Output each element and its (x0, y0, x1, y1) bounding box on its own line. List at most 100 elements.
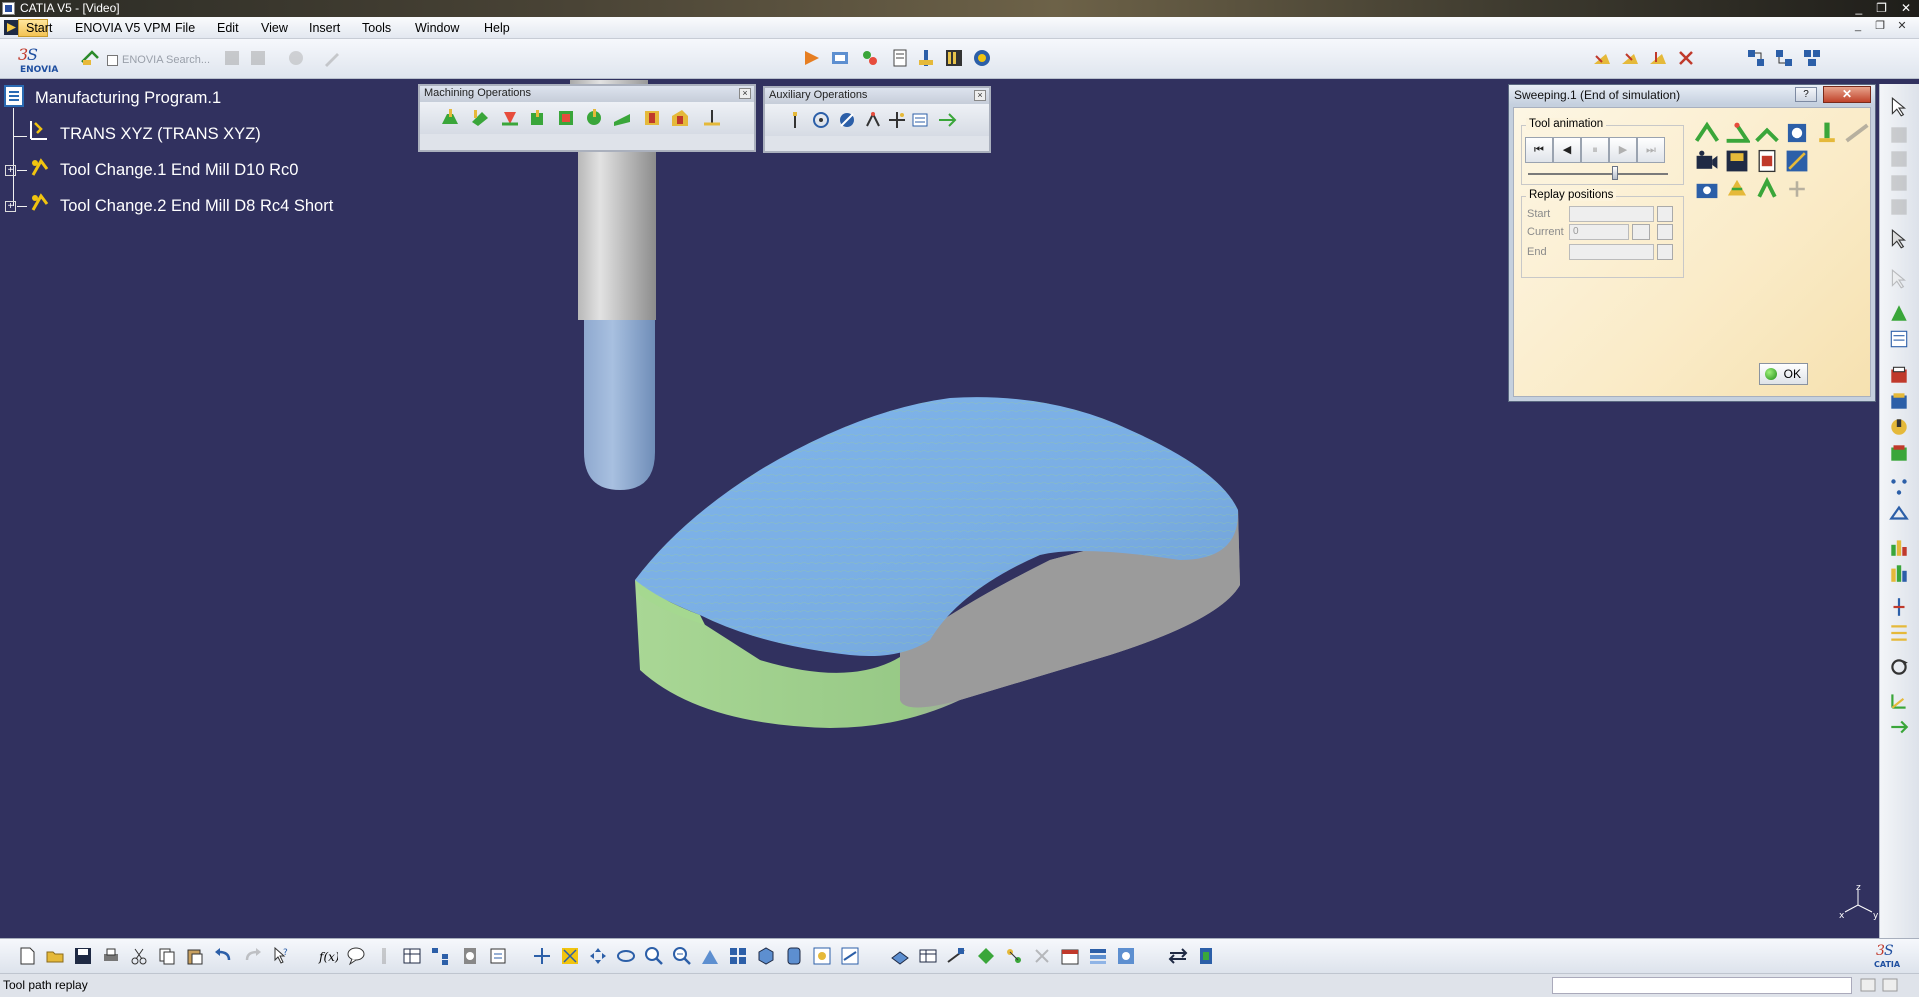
display-mode-6-icon[interactable] (1844, 120, 1870, 146)
menu-file[interactable]: File (175, 21, 195, 35)
tree-node-tool-change-2[interactable]: Tool Change.2 End Mill D8 Rc4 Short (60, 197, 333, 216)
animation-slider-thumb[interactable] (1611, 166, 1618, 180)
play-button[interactable]: ▶ (1609, 137, 1637, 163)
start-pick-button[interactable] (1657, 206, 1673, 222)
sketch-icon-4[interactable] (1888, 196, 1910, 218)
calendar-icon[interactable] (1060, 946, 1080, 966)
enovia-save-icon[interactable] (248, 48, 268, 68)
pan-icon[interactable] (588, 946, 608, 966)
display-mode-3-icon[interactable] (1754, 120, 1780, 146)
rewind-button[interactable]: ⏮ (1525, 137, 1553, 163)
list-icon[interactable] (1888, 328, 1910, 350)
doc-close-button[interactable]: ✕ (1895, 19, 1909, 33)
geometry-icon[interactable] (1888, 302, 1910, 324)
stock-icon[interactable] (1888, 364, 1910, 386)
part-operation-icon[interactable] (830, 48, 850, 68)
pp-instruction-icon[interactable] (911, 110, 931, 130)
enovia-logo-icon[interactable]: 3 S ENOVIA (16, 44, 68, 74)
profile-contouring-icon[interactable] (670, 108, 690, 128)
enovia-search-checkbox[interactable] (107, 55, 118, 66)
iso-view-icon[interactable] (756, 946, 776, 966)
menu-insert[interactable]: Insert (309, 21, 340, 35)
delete-icon[interactable] (1032, 946, 1052, 966)
copy-icon[interactable] (157, 946, 177, 966)
tool-change-2-icon[interactable] (27, 190, 53, 216)
pause-button[interactable]: ⏸ (1581, 137, 1609, 163)
doc-minimize-button[interactable]: _ (1851, 19, 1865, 33)
tool-change-1-icon[interactable] (27, 155, 53, 181)
program-icon[interactable] (3, 84, 27, 108)
menu-help[interactable]: Help (484, 21, 510, 35)
print-icon[interactable] (101, 946, 121, 966)
current-spinner[interactable] (1632, 224, 1650, 240)
animation-slider-track[interactable] (1528, 173, 1668, 175)
auxiliary-toolbar-close-button[interactable]: × (974, 90, 986, 101)
generate-nc-icon[interactable] (1620, 48, 1640, 68)
cut-icon[interactable] (129, 946, 149, 966)
save-video-icon[interactable] (1724, 148, 1750, 174)
table-icon[interactable] (402, 946, 422, 966)
cursor-tool-icon[interactable] (1888, 96, 1910, 118)
measure-icon[interactable] (488, 946, 508, 966)
axis-operation-icon[interactable] (702, 108, 722, 128)
tool-change-op-icon[interactable] (785, 110, 805, 130)
fly-mode-icon[interactable] (532, 946, 552, 966)
machining-toolbar-close-button[interactable]: × (739, 88, 751, 99)
catia-logo-icon[interactable]: 3 S CATIA (1870, 939, 1914, 973)
fit-all-icon[interactable] (560, 946, 580, 966)
render-icon[interactable] (1116, 946, 1136, 966)
end-field[interactable] (1569, 244, 1654, 260)
fast-forward-button[interactable]: ⏭ (1637, 137, 1665, 163)
snap-icon[interactable] (1004, 946, 1024, 966)
paste-icon[interactable] (185, 946, 205, 966)
offset-icon[interactable] (1888, 622, 1910, 644)
open-folder-icon[interactable] (45, 946, 65, 966)
disabled-option-icon[interactable] (1784, 176, 1810, 202)
tree-node-tool-change-1[interactable]: Tool Change.1 End Mill D10 Rc0 (60, 161, 298, 180)
menu-edit[interactable]: Edit (217, 21, 239, 35)
swap-space-icon[interactable] (840, 946, 860, 966)
isoparametric-icon[interactable] (612, 108, 632, 128)
contour-driven-icon[interactable] (528, 108, 548, 128)
zoom-in-icon[interactable] (644, 946, 664, 966)
feature-icon-c[interactable] (1802, 48, 1822, 68)
status-icon-a[interactable] (1860, 978, 1876, 992)
end-pick-button[interactable] (1657, 244, 1673, 260)
law-icon[interactable] (374, 946, 394, 966)
step-back-button[interactable]: ◀ (1553, 137, 1581, 163)
zoom-out-icon[interactable] (672, 946, 692, 966)
comment-icon[interactable] (346, 946, 366, 966)
spiral-milling-icon[interactable] (584, 108, 604, 128)
ok-button[interactable]: OK (1759, 363, 1808, 385)
document-icon[interactable] (890, 48, 910, 68)
restore-button[interactable]: ❐ (1876, 0, 1887, 16)
creates-stock-icon[interactable] (1888, 416, 1910, 438)
normal-view-icon[interactable] (700, 946, 720, 966)
display-mode-5-icon[interactable] (1814, 120, 1840, 146)
rough-stock-icon[interactable] (1888, 390, 1910, 412)
bar-chart-icon[interactable] (1888, 536, 1910, 558)
status-icon-b[interactable] (1882, 978, 1898, 992)
video-camera-icon[interactable] (1694, 148, 1720, 174)
start-field[interactable] (1569, 206, 1654, 222)
current-field[interactable]: 0 (1569, 224, 1629, 240)
machining-axis-change-icon[interactable] (837, 110, 857, 130)
shading-icon[interactable] (784, 946, 804, 966)
close-window-button[interactable]: ✕ (1901, 0, 1911, 16)
replay-tool-path-icon[interactable] (1592, 48, 1612, 68)
roughing-icon[interactable] (440, 108, 460, 128)
pocketing-icon[interactable] (556, 108, 576, 128)
analysis-icon[interactable] (1784, 148, 1810, 174)
sketch-icon-3[interactable] (1888, 172, 1910, 194)
table-view-icon[interactable] (918, 946, 938, 966)
menu-view[interactable]: View (261, 21, 288, 35)
tree-view-icon[interactable] (430, 946, 450, 966)
compute-tool-path-icon[interactable] (1648, 48, 1668, 68)
program-manager-icon[interactable] (860, 48, 880, 68)
green-part-icon[interactable] (976, 946, 996, 966)
display-mode-1-icon[interactable] (1694, 120, 1720, 146)
plane-view-icon[interactable] (890, 946, 910, 966)
catalog-icon[interactable] (460, 946, 480, 966)
menu-window[interactable]: Window (415, 21, 459, 35)
sketch-icon-1[interactable] (1888, 124, 1910, 146)
